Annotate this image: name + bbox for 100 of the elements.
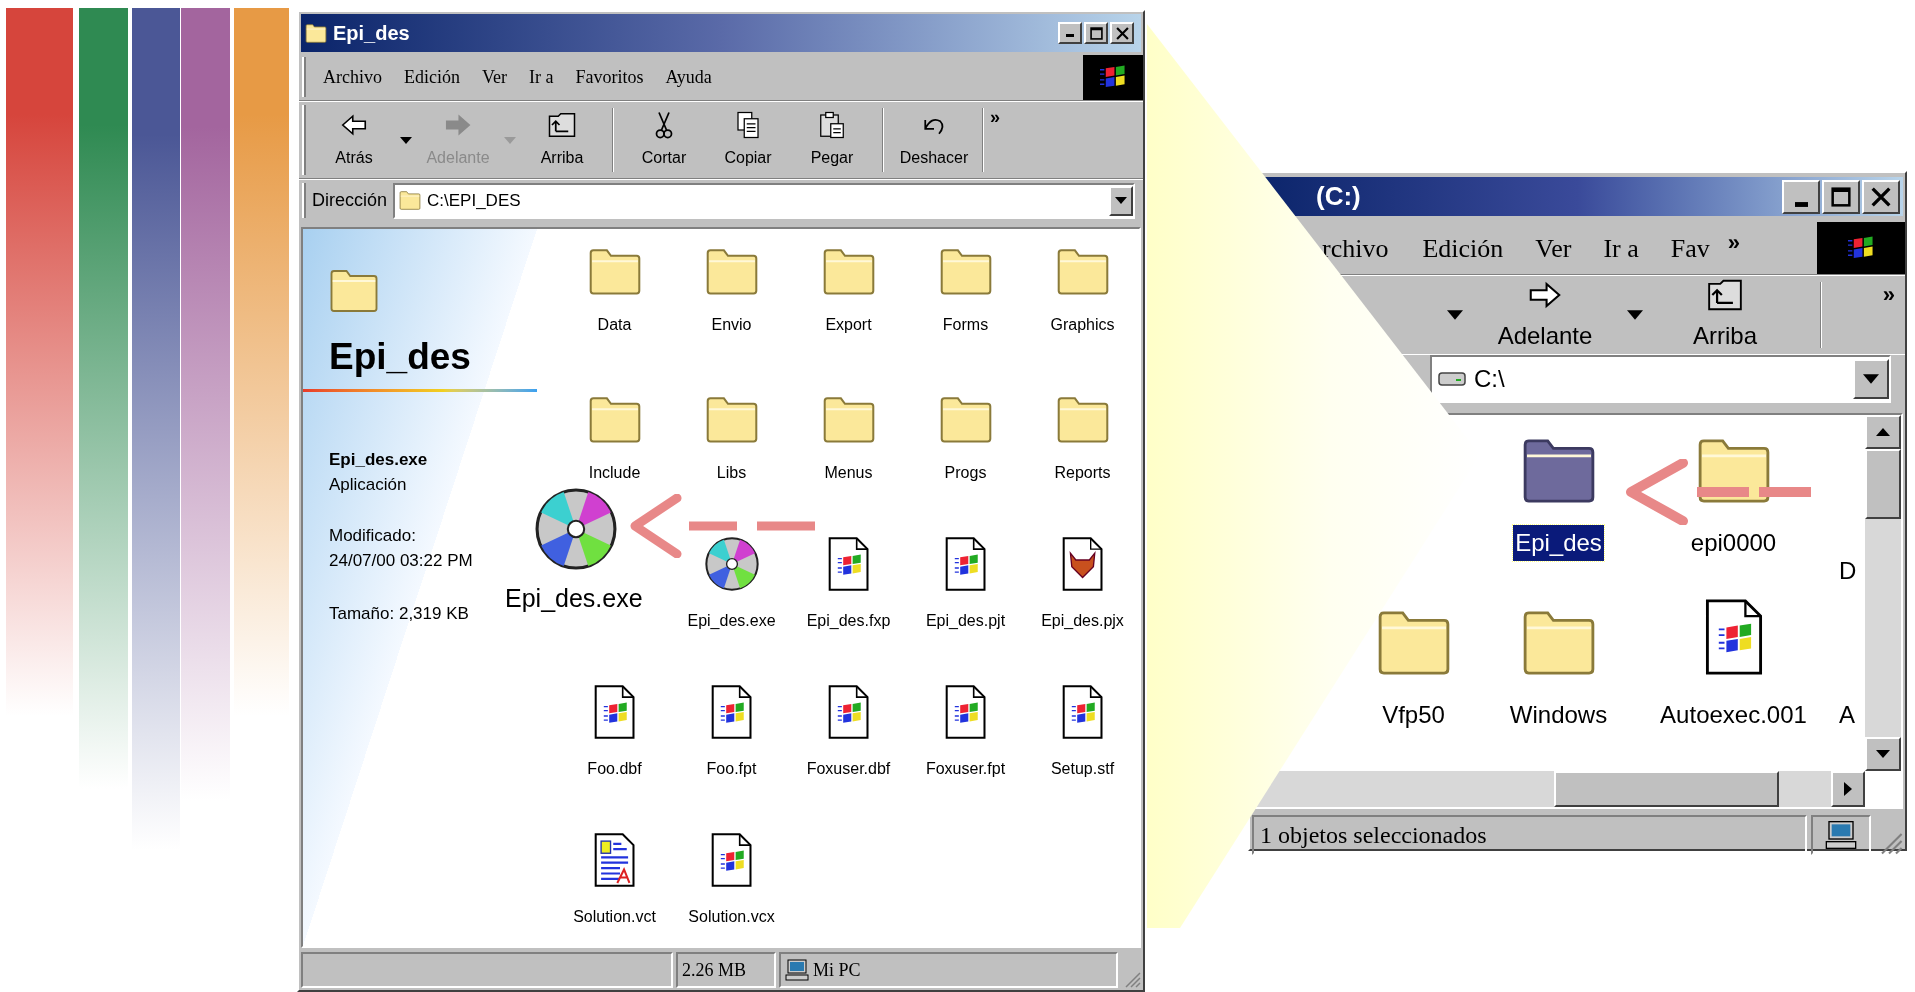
file-label[interactable]: Vfp50 xyxy=(1380,697,1447,733)
dropdown-button[interactable] xyxy=(1853,359,1889,399)
file-label[interactable]: Epi_des.pjx xyxy=(1041,609,1124,633)
address-text: C:\ xyxy=(1474,364,1506,394)
window-title: Epi_des xyxy=(333,21,410,46)
menu-item[interactable]: Ver xyxy=(471,63,518,91)
scroll-thumb[interactable] xyxy=(1865,449,1901,519)
file-label[interactable]: Include xyxy=(588,461,641,485)
address-field[interactable]: C:\ xyxy=(1430,355,1891,403)
maximize-icon xyxy=(1831,186,1851,207)
close-button[interactable] xyxy=(1862,179,1900,214)
menu-item[interactable]: Ayuda xyxy=(654,63,723,91)
window-title: (C:) xyxy=(1316,180,1361,213)
address-field[interactable]: C:\EPI_DES xyxy=(393,182,1135,219)
file-label[interactable]: Autoexec.001 xyxy=(1658,697,1809,733)
disc-icon[interactable] xyxy=(535,488,617,570)
toolbar-button[interactable]: Arriba xyxy=(1650,276,1800,354)
file-label[interactable]: Foo.dbf xyxy=(587,757,642,781)
text-document-icon[interactable] xyxy=(592,833,637,887)
overflow-button[interactable]: » xyxy=(1725,226,1742,259)
caret-icon xyxy=(504,136,516,144)
file-label[interactable]: Export xyxy=(825,313,872,337)
flag-icon xyxy=(1100,64,1126,90)
toolbar-button[interactable]: Pegar xyxy=(790,102,874,178)
scroll-right-button[interactable] xyxy=(1831,771,1865,807)
clipboard-icon xyxy=(817,110,847,140)
file-label[interactable]: Graphics xyxy=(1050,313,1115,337)
drive-icon xyxy=(1438,370,1466,388)
maximize-button[interactable] xyxy=(1084,22,1108,44)
file-label[interactable]: A xyxy=(1839,697,1855,733)
file-label[interactable]: Setup.stf xyxy=(1050,757,1115,781)
document-icon[interactable] xyxy=(943,685,988,739)
toolbar-button[interactable]: Atrás xyxy=(312,102,396,178)
document-icon[interactable] xyxy=(826,537,871,591)
file-label[interactable]: Epi_des.pjt xyxy=(925,609,1006,633)
menu-item[interactable]: Fav xyxy=(1654,228,1726,268)
fox-document-icon[interactable] xyxy=(1060,537,1105,591)
folder-icon[interactable] xyxy=(305,23,327,43)
menu-item[interactable]: Ir a xyxy=(518,63,565,91)
document-icon[interactable] xyxy=(709,685,754,739)
minimize-button[interactable] xyxy=(1058,22,1082,44)
file-label[interactable]: Solution.vct xyxy=(573,905,656,929)
file-label[interactable]: Data xyxy=(597,313,632,337)
status-size: 2.26 MB xyxy=(676,952,776,988)
file-label[interactable]: Windows xyxy=(1507,697,1610,733)
caret-icon xyxy=(1115,197,1127,204)
document-icon[interactable] xyxy=(592,685,637,739)
caret-icon xyxy=(1863,374,1879,384)
close-icon xyxy=(1871,186,1891,207)
menu-item[interactable]: rchivo xyxy=(1322,228,1407,268)
toolbar-button[interactable]: Copiar xyxy=(706,102,790,178)
toolbar-button[interactable]: Deshacer xyxy=(892,102,976,178)
minimize-icon xyxy=(1794,201,1808,207)
menu-item[interactable]: Edición xyxy=(1406,228,1520,268)
document-icon[interactable] xyxy=(1060,685,1105,739)
file-label[interactable]: Foo.fpt xyxy=(706,757,757,781)
file-label[interactable]: Libs xyxy=(716,461,747,485)
file-label[interactable]: Epi_des.fxp xyxy=(806,609,891,633)
status-text: 1 objetos seleccionados xyxy=(1252,815,1807,855)
file-label[interactable]: Epi_des xyxy=(1513,525,1604,561)
toolbar-button[interactable]: Arriba xyxy=(520,102,604,178)
scroll-down-button[interactable] xyxy=(1865,737,1901,771)
document-icon[interactable] xyxy=(826,685,871,739)
menu-item[interactable]: Favoritos xyxy=(564,63,655,91)
file-label[interactable]: D xyxy=(1839,553,1857,589)
caret-icon xyxy=(1447,310,1463,320)
address-label: Dirección xyxy=(312,189,388,212)
down-arrow-icon xyxy=(1876,750,1890,758)
up-arrow-icon xyxy=(1876,428,1890,436)
file-label[interactable]: Reports xyxy=(1054,461,1111,485)
file-label[interactable]: Epi_des.exe xyxy=(687,609,776,633)
file-label[interactable]: Forms xyxy=(942,313,989,337)
scroll-up-button[interactable] xyxy=(1865,415,1901,449)
maximize-button[interactable] xyxy=(1822,179,1860,214)
file-size: Tamaño: 2,319 KB xyxy=(329,603,470,625)
file-label[interactable]: Foxuser.fpt xyxy=(925,757,1006,781)
menu-item[interactable]: Edición xyxy=(393,63,471,91)
overflow-button[interactable]: » xyxy=(990,104,1000,131)
document-icon[interactable] xyxy=(943,537,988,591)
file-label[interactable]: Progs xyxy=(944,461,987,485)
menu-item[interactable]: Ver xyxy=(1519,228,1588,268)
scroll-thumb[interactable] xyxy=(1554,771,1779,807)
file-label[interactable]: Envio xyxy=(711,313,752,337)
close-button[interactable] xyxy=(1110,22,1134,44)
folder-heading: Epi_des xyxy=(328,335,472,379)
minimize-icon xyxy=(1066,34,1074,37)
document-icon[interactable] xyxy=(709,833,754,887)
menu-item[interactable]: Archivo xyxy=(312,63,393,91)
file-label[interactable]: epi0000 xyxy=(1688,525,1779,561)
file-label[interactable]: Menus xyxy=(824,461,873,485)
file-label[interactable]: Solution.vcx xyxy=(688,905,775,929)
overflow-button[interactable]: » xyxy=(1882,278,1895,311)
disc-icon[interactable] xyxy=(704,537,759,591)
file-label[interactable]: Foxuser.dbf xyxy=(806,757,891,781)
toolbar-button[interactable]: Cortar xyxy=(622,102,706,178)
right-arrow-icon xyxy=(1844,782,1852,796)
menu-item[interactable]: Ir a xyxy=(1587,228,1655,268)
dropdown-button[interactable] xyxy=(1109,185,1133,216)
minimize-button[interactable] xyxy=(1782,179,1820,214)
toolbar-button[interactable]: Adelante xyxy=(1470,276,1620,354)
